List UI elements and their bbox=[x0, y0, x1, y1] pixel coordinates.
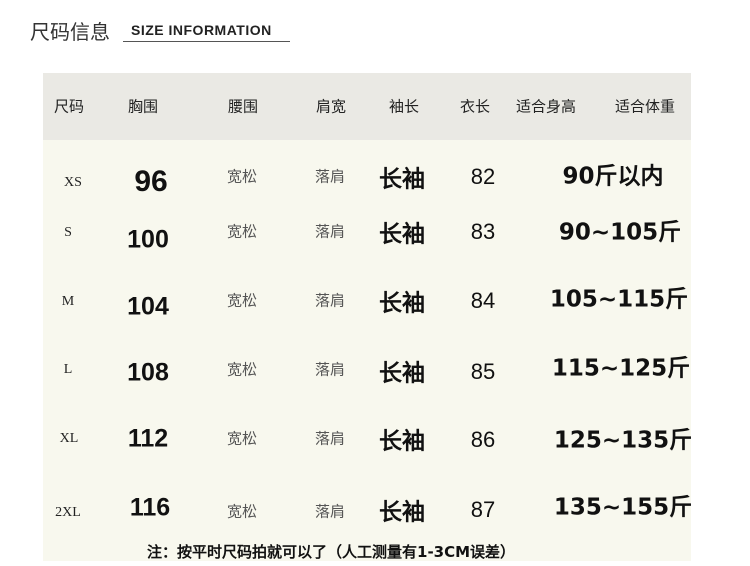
size-value: S bbox=[64, 225, 72, 240]
chest-value: 112 bbox=[127, 424, 169, 453]
header-shoulder: 肩宽 bbox=[315, 97, 347, 116]
waist-value: 宽松 bbox=[226, 291, 258, 310]
weight-value: 125~135斤 bbox=[553, 427, 693, 454]
weight-value: 135~155斤 bbox=[553, 494, 693, 521]
sleeve-value: 长袖 bbox=[379, 360, 425, 387]
length-value: 87 bbox=[470, 497, 496, 522]
weight-value: 90~105斤 bbox=[558, 219, 682, 246]
weight-value: 90斤以内 bbox=[562, 163, 664, 190]
title-underline bbox=[123, 41, 290, 42]
length-value: 83 bbox=[470, 219, 496, 244]
sleeve-value: 长袖 bbox=[379, 166, 425, 193]
length-value: 85 bbox=[470, 359, 496, 384]
header-size: 尺码 bbox=[53, 97, 85, 116]
size-table: 尺码 胸围 腰围 肩宽 袖长 衣长 适合身高 适合体重 XS 96 宽松 落肩 … bbox=[43, 73, 693, 561]
size-value: 2XL bbox=[55, 505, 81, 520]
waist-value: 宽松 bbox=[226, 360, 258, 379]
length-value: 84 bbox=[470, 288, 496, 313]
chest-value: 96 bbox=[134, 165, 168, 198]
title-english: SIZE INFORMATION bbox=[131, 22, 272, 38]
waist-value: 宽松 bbox=[226, 167, 258, 186]
table-header: 尺码 胸围 腰围 肩宽 袖长 衣长 适合身高 适合体重 bbox=[43, 73, 691, 140]
shoulder-value: 落肩 bbox=[314, 222, 346, 241]
length-value: 86 bbox=[470, 427, 496, 452]
size-value: M bbox=[61, 294, 75, 309]
length-value: 82 bbox=[470, 164, 496, 189]
waist-value: 宽松 bbox=[226, 502, 258, 521]
header-length: 衣长 bbox=[459, 97, 491, 116]
header-height: 适合身高 bbox=[515, 97, 577, 116]
measurement-note: 注：按平时尺码拍就可以了（人工测量有1-3CM误差） bbox=[147, 543, 516, 561]
size-value: L bbox=[63, 362, 73, 377]
waist-value: 宽松 bbox=[226, 429, 258, 448]
chest-value: 100 bbox=[127, 225, 169, 254]
title-chinese: 尺码信息 bbox=[30, 20, 110, 44]
header-weight: 适合体重 bbox=[614, 97, 676, 116]
size-value: XS bbox=[64, 175, 82, 190]
weight-value: 115~125斤 bbox=[551, 355, 691, 382]
sleeve-value: 长袖 bbox=[379, 221, 425, 248]
shoulder-value: 落肩 bbox=[314, 167, 346, 186]
waist-value: 宽松 bbox=[226, 222, 258, 241]
header-chest: 胸围 bbox=[127, 97, 159, 116]
size-value: XL bbox=[59, 431, 79, 446]
shoulder-value: 落肩 bbox=[314, 502, 346, 521]
shoulder-value: 落肩 bbox=[314, 429, 346, 448]
shoulder-value: 落肩 bbox=[314, 291, 346, 310]
header-waist: 腰围 bbox=[227, 97, 259, 116]
sleeve-value: 长袖 bbox=[379, 290, 425, 317]
weight-value: 105~115斤 bbox=[549, 286, 689, 313]
sleeve-value: 长袖 bbox=[379, 428, 425, 455]
shoulder-value: 落肩 bbox=[314, 360, 346, 379]
header-sleeve: 袖长 bbox=[388, 97, 420, 116]
sleeve-value: 长袖 bbox=[379, 499, 425, 526]
chest-value: 116 bbox=[129, 493, 171, 522]
chest-value: 104 bbox=[127, 292, 169, 321]
chest-value: 108 bbox=[127, 358, 169, 387]
